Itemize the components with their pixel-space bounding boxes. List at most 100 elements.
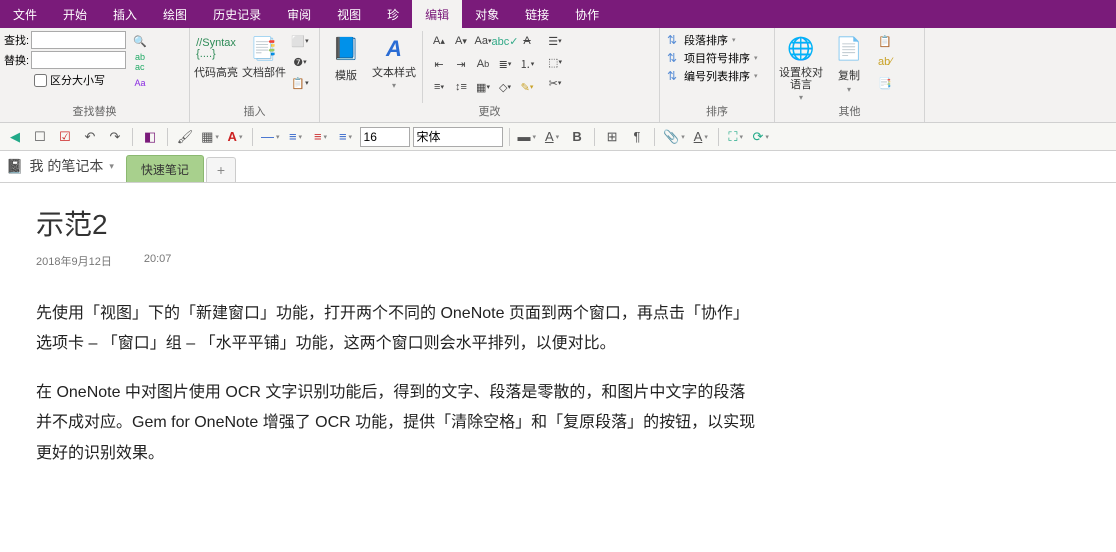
replace-button[interactable]: abac [130,52,150,72]
superscript-button[interactable]: Ab [473,54,493,74]
outdent-button[interactable]: ⇤ [429,54,449,74]
other-x3-button[interactable]: 📑 [875,73,895,93]
menu-bar: 文件 开始 插入 绘图 历史记录 审阅 视图 珍 编辑 对象 链接 协作 [0,0,1116,28]
fill-color-button[interactable]: ▬▾ [516,126,539,148]
align-button[interactable]: ≡▾ [429,77,449,97]
replace-all-button[interactable]: Aa [130,73,150,93]
menu-draw[interactable]: 绘图 [150,0,200,28]
spellcheck-button[interactable]: abc✓ [495,31,515,51]
sync-button[interactable]: ⟳▾ [750,126,772,148]
sort-bullet-button[interactable]: ⇅项目符号排序▾ [664,49,758,67]
decrease-font-button[interactable]: A▾ [451,31,471,51]
redo-button[interactable]: ↷ [104,126,126,148]
paragraph-2[interactable]: 在 OneNote 中对图片使用 OCR 文字识别功能后，得到的文字、段落是零散… [36,378,756,469]
section-tab[interactable]: 快速笔记 [126,155,204,182]
copy-button[interactable]: 📄 复制 ▾ [827,31,871,94]
change-x2-button[interactable]: ⬚▾ [545,52,565,72]
table-button[interactable]: ▦▾ [473,77,493,97]
menu-history[interactable]: 历史记录 [200,0,274,28]
doc-parts-label: 文档部件 [242,67,286,79]
template-button[interactable]: 📘 模版 [324,31,368,83]
doc-parts-button[interactable]: 📑 文档部件 [242,31,286,79]
line-button[interactable]: —▾ [259,126,282,148]
insert-opt3-button[interactable]: 📋▾ [290,73,310,93]
other-x2-button[interactable]: ab⁄ [875,52,895,72]
notebook-selector[interactable]: 📓 我 的笔记本 ▾ [6,156,114,182]
chevron-down-icon: ▾ [109,161,114,172]
menu-gem[interactable]: 珍 [374,0,412,28]
text-style-button[interactable]: A 文本样式 ▾ [372,31,416,90]
menu-view[interactable]: 视图 [324,0,374,28]
text-color-button[interactable]: A▾ [541,126,563,148]
para-button[interactable]: ¶ [626,126,648,148]
increase-font-button[interactable]: A▴ [429,31,449,51]
onenote-button[interactable]: ◧ [139,126,161,148]
code-highlight-button[interactable]: //Syntax{....} 代码高亮 [194,31,238,79]
fullscreen-button[interactable]: ⛶▾ [725,126,747,148]
highlight-button[interactable]: ✎▾ [517,77,537,97]
notebook-bar: 📓 我 的笔记本 ▾ 快速笔记 + [0,151,1116,183]
menu-collab[interactable]: 协作 [562,0,612,28]
attach-button[interactable]: 📎▾ [661,126,687,148]
replace-input[interactable] [31,51,126,69]
list1-button[interactable]: ≡▾ [285,126,307,148]
find-next-button[interactable]: 🔍 [130,31,150,51]
linespacing-button[interactable]: ↕≡ [451,77,471,97]
doc-parts-icon: 📑 [248,33,280,65]
page-body[interactable]: 先使用「视图」下的「新建窗口」功能，打开两个不同的 OneNote 页面到两个窗… [36,299,756,469]
menu-review[interactable]: 审阅 [274,0,324,28]
change-x1-button[interactable]: ☰▾ [545,31,565,51]
sort-paragraph-button[interactable]: ⇅段落排序▾ [664,31,758,49]
bullets-button[interactable]: ≣▾ [495,54,515,74]
menu-home[interactable]: 开始 [50,0,100,28]
quick-toolbar: ◀ ☐ ☑ ↶ ↷ ◧ 🖌 ▦▾ A▾ —▾ ≡▾ ≡▾ ≡▾ ▬▾ A▾ B … [0,123,1116,151]
shapes-button[interactable]: ◇▾ [495,77,515,97]
insert-opt1-button[interactable]: ⬜▾ [290,31,310,51]
proof-lang-button[interactable]: 🌐 设置校对语言 ▾ [779,31,823,102]
find-input[interactable] [31,31,126,49]
back-button[interactable]: ◀ [4,126,26,148]
fontstyle-button[interactable]: A▾ [690,126,712,148]
ribbon: 查找: 替换: 区分大小写 🔍 abac Aa 查找替换 [0,28,1116,123]
change-case-button[interactable]: Aa▾ [473,31,493,51]
list3-button[interactable]: ≡▾ [335,126,357,148]
page-canvas[interactable]: 示范2 2018年9月12日 20:07 先使用「视图」下的「新建窗口」功能，打… [0,183,1116,507]
todo-button[interactable]: ☑ [54,126,76,148]
page-title[interactable]: 示范2 [36,203,1080,243]
sort-bullet-label: 项目符号排序 [684,50,750,66]
formatpainter-button[interactable]: 🖌 [174,126,196,148]
insert-opt2-button[interactable]: ❼▾ [290,52,310,72]
add-section-button[interactable]: + [206,157,236,182]
numbering-button[interactable]: ⒈▾ [517,54,537,74]
clear-format-button[interactable]: A [517,31,537,51]
menu-link[interactable]: 链接 [512,0,562,28]
other-x1-button[interactable]: 📋 [875,31,895,51]
menu-object[interactable]: 对象 [462,0,512,28]
paragraph-1[interactable]: 先使用「视图」下的「新建窗口」功能，打开两个不同的 OneNote 页面到两个窗… [36,299,756,360]
menu-edit[interactable]: 编辑 [412,0,462,28]
bold-button[interactable]: B [566,126,588,148]
template-label: 模版 [335,67,357,83]
table-button-2[interactable]: ▦▾ [199,126,221,148]
case-checkbox[interactable] [34,74,47,87]
menu-file[interactable]: 文件 [0,0,50,28]
code-highlight-label: 代码高亮 [194,67,238,79]
sort-number-label: 编号列表排序 [684,68,750,84]
indent-button[interactable]: ⇥ [451,54,471,74]
font-size-input[interactable] [360,127,410,147]
grid-button[interactable]: ⊞ [601,126,623,148]
tag-button[interactable]: ☐ [29,126,51,148]
font-color-button[interactable]: A▾ [224,126,246,148]
group-title-find: 查找替换 [4,103,185,121]
sort-paragraph-label: 段落排序 [684,32,728,48]
find-label: 查找: [4,32,29,48]
list2-button[interactable]: ≡▾ [310,126,332,148]
sort-icon: ⇅ [664,68,680,84]
sort-number-button[interactable]: ⇅编号列表排序▾ [664,67,758,85]
font-name-input[interactable] [413,127,503,147]
change-x3-button[interactable]: ✂▾ [545,73,565,93]
text-style-label: 文本样式 [372,67,416,79]
undo-button[interactable]: ↶ [79,126,101,148]
menu-insert[interactable]: 插入 [100,0,150,28]
copy-icon: 📄 [833,33,865,65]
